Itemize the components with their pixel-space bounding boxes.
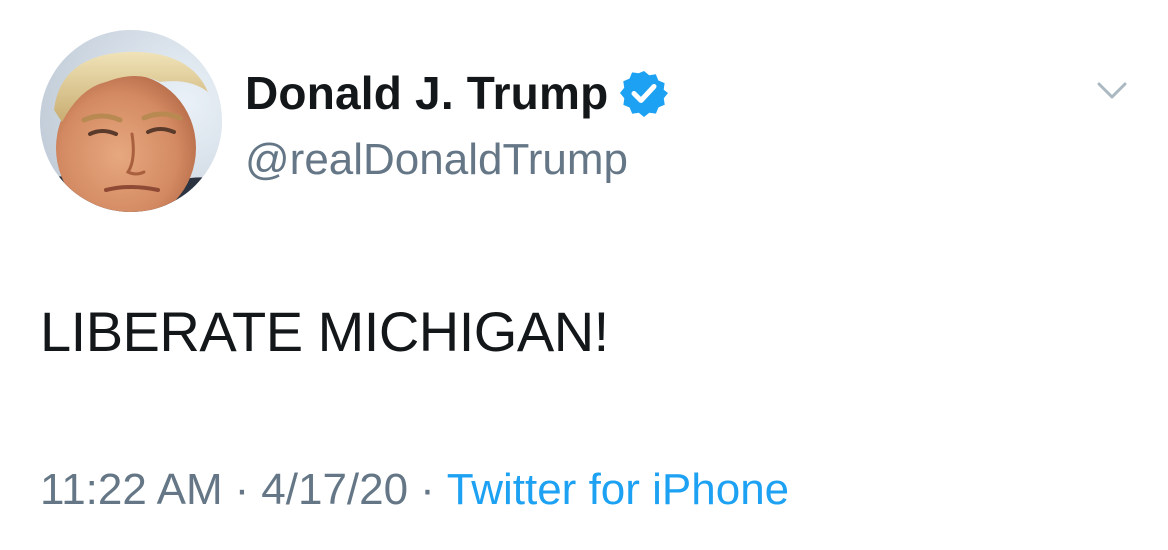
tweet-card: Donald J. Trump @realDonaldTrump LIBERAT…	[0, 0, 1168, 550]
display-name[interactable]: Donald J. Trump	[245, 70, 608, 116]
verified-badge-icon	[620, 71, 669, 117]
avatar-photo	[40, 30, 222, 212]
meta-separator: ·	[420, 465, 435, 514]
meta-separator: ·	[234, 465, 250, 514]
tweet-meta: 11:22 AM · 4/17/20 · Twitter for iPhone	[40, 468, 789, 512]
name-row: Donald J. Trump	[245, 58, 1005, 128]
tweet-time[interactable]: 11:22 AM	[40, 465, 223, 514]
tweet-date[interactable]: 4/17/20	[261, 465, 408, 514]
user-handle[interactable]: @realDonaldTrump	[245, 138, 1005, 182]
chevron-down-icon[interactable]	[1096, 78, 1128, 102]
author-block: Donald J. Trump @realDonaldTrump	[245, 58, 1005, 182]
avatar[interactable]	[40, 30, 222, 212]
tweet-source-link[interactable]: Twitter for iPhone	[447, 465, 789, 514]
tweet-text: LIBERATE MICHIGAN!	[40, 300, 609, 363]
